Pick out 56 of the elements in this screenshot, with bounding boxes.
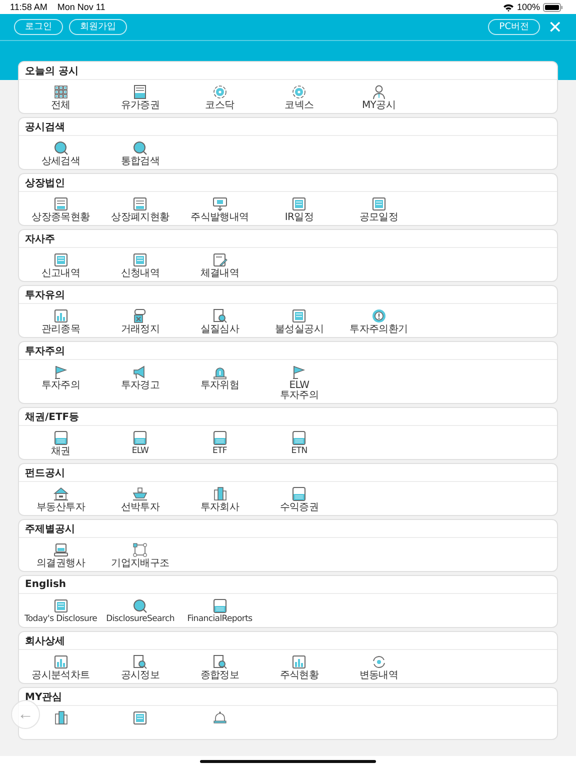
section-title: 오늘의 공시 (25, 64, 78, 78)
menu-item-link[interactable]: ETF (212, 447, 228, 456)
menu-item-link[interactable]: Today's Disclosure (24, 615, 98, 624)
section-title: 상장법인 (25, 176, 65, 190)
menu-item-link[interactable]: 수익증권 (280, 503, 319, 513)
menu-item-link[interactable]: 주식현황 (280, 671, 319, 681)
menu-item-link[interactable]: 전체 (51, 101, 70, 111)
menu-item-link[interactable]: ELW 투자주의 (280, 381, 319, 401)
menu-item-link[interactable]: 종합정보 (200, 671, 240, 681)
menu-item-link[interactable]: 관리종목 (41, 325, 80, 335)
menu-item-link[interactable]: 상장폐지현황 (111, 213, 170, 223)
menu-item-link[interactable]: 신청내역 (120, 269, 160, 279)
menu-item-link[interactable]: MY공시 (362, 101, 396, 111)
menu-item-link[interactable]: 상장종목현황 (32, 213, 90, 223)
menu-item-link[interactable]: 유가증권 (120, 101, 160, 111)
section-title: 공시검색 (25, 120, 65, 134)
menu-item-link[interactable]: 투자경고 (120, 381, 160, 391)
menu-item-link[interactable]: 체결내역 (200, 269, 240, 279)
menu-item-link[interactable]: ETN (291, 447, 308, 456)
menu-item-link[interactable]: 코넥스 (284, 101, 314, 111)
battery-percent: 100% (516, 2, 540, 12)
section-title: 펀드공시 (25, 466, 65, 480)
menu-item-link[interactable]: 실질심사 (200, 325, 240, 335)
menu-item-link[interactable]: 공시분석차트 (32, 671, 90, 681)
menu-item-link[interactable]: 변동내역 (359, 671, 398, 681)
menu-item-link[interactable]: 채권 (51, 447, 70, 457)
menu-item-link[interactable]: 주식발행내역 (190, 213, 249, 223)
menu-item-link[interactable]: ELW (132, 447, 149, 456)
menu-item-link[interactable]: 선박투자 (120, 503, 160, 513)
section-title: 투자유의 (25, 288, 65, 302)
section-title: 주제별공시 (25, 522, 75, 536)
menu-item-link[interactable]: 의결권행사 (36, 559, 85, 569)
menu-item-link[interactable]: 투자주의환기 (350, 325, 408, 335)
menu-item-link[interactable]: 부동산투자 (36, 503, 85, 513)
menu-item-link[interactable]: 거래정지 (120, 325, 160, 335)
menu-item-link[interactable]: 불성실공시 (274, 325, 324, 335)
menu-item-link[interactable]: 투자회사 (200, 503, 240, 513)
menu-item-link[interactable]: IR일정 (284, 213, 314, 223)
menu-item-link[interactable]: 통합검색 (120, 157, 160, 167)
menu-item-link[interactable]: FinancialReports (187, 615, 252, 624)
menu-item-link[interactable]: 공모일정 (359, 213, 398, 223)
menu-item-link[interactable]: 코스닥 (205, 101, 234, 111)
section-title: 투자주의 (25, 344, 65, 358)
status-time: 11:58 AM (10, 2, 48, 12)
section-title: English (25, 579, 66, 590)
section-title: 회사상세 (25, 634, 65, 648)
menu-item-link[interactable]: 상세검색 (41, 157, 80, 167)
menu-item-link[interactable]: 공시정보 (120, 671, 160, 681)
section-title: 자사주 (25, 232, 55, 246)
section-title: 채권/ETF등 (25, 410, 80, 424)
menu-item-link[interactable]: 신고내역 (41, 269, 80, 279)
menu-item-link[interactable]: 기업지배구조 (111, 559, 170, 569)
menu-item-link[interactable]: 투자위험 (200, 381, 240, 391)
menu-item-link[interactable]: 투자주의 (41, 381, 80, 391)
menu-item-link[interactable]: DisclosureSearch (106, 615, 174, 624)
status-date: Mon Nov 11 (57, 2, 106, 12)
